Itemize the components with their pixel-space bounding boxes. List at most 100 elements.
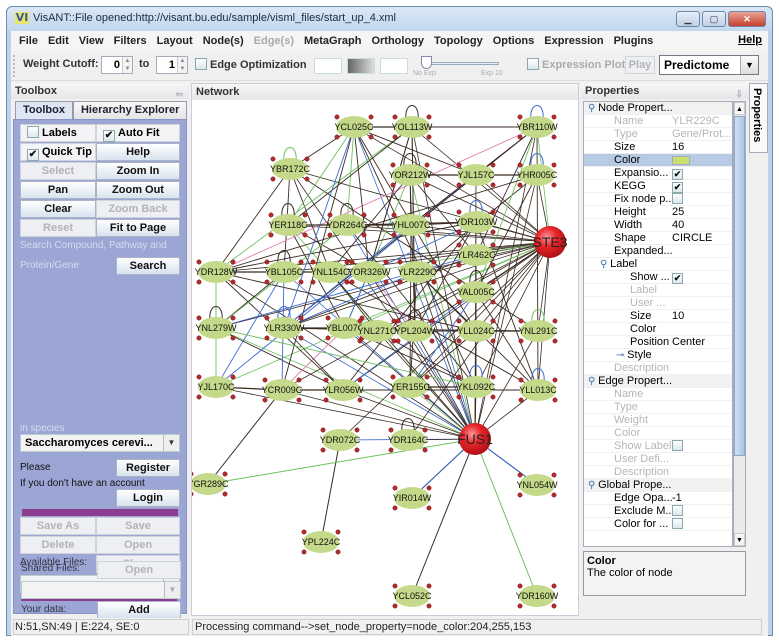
selection-handle[interactable] [518, 318, 524, 324]
expression-slider-track[interactable] [429, 62, 499, 65]
selection-handle[interactable] [517, 603, 523, 609]
selection-handle[interactable] [397, 279, 403, 285]
chevron-down-icon[interactable]: ▼ [163, 576, 179, 592]
network-node[interactable]: YOL113W [392, 114, 433, 140]
selection-handle[interactable] [552, 338, 558, 344]
property-row[interactable]: Color [584, 154, 732, 167]
selection-handle[interactable] [264, 259, 270, 265]
selection-handle[interactable] [392, 583, 398, 589]
property-row[interactable]: Show Label [584, 440, 732, 453]
network-node[interactable]: YCL052C [392, 583, 432, 609]
property-category[interactable]: ⚲ Global Prope... [584, 479, 732, 492]
property-row[interactable]: Weight [584, 414, 732, 427]
selection-handle[interactable] [490, 279, 496, 285]
selection-handle[interactable] [424, 374, 430, 380]
selection-handle[interactable] [426, 485, 432, 491]
network-node[interactable]: YNL279W [195, 315, 237, 341]
selection-handle[interactable] [357, 397, 363, 403]
quick-tip-checkbox[interactable]: ✔ Quick Tip [20, 143, 96, 161]
selection-handle[interactable] [335, 529, 341, 535]
selection-handle[interactable] [268, 212, 274, 218]
menu-view[interactable]: View [74, 35, 109, 47]
selection-handle[interactable] [490, 262, 496, 268]
zoom-out-button[interactable]: Zoom Out [96, 181, 180, 199]
selection-handle[interactable] [222, 471, 228, 477]
menu-layout[interactable]: Layout [152, 35, 198, 47]
property-row[interactable]: User Defi... [584, 453, 732, 466]
selection-handle[interactable] [357, 377, 363, 383]
property-row[interactable]: Type Gene/Prot... [584, 128, 732, 141]
selection-handle[interactable] [391, 318, 397, 324]
menu-metagraph[interactable]: MetaGraph [299, 35, 366, 47]
selection-handle[interactable] [490, 299, 496, 305]
selection-handle[interactable] [310, 279, 316, 285]
menu-options[interactable]: Options [488, 35, 540, 47]
network-node[interactable]: YLL024C [456, 318, 496, 344]
selection-handle[interactable] [390, 394, 396, 400]
selection-handle[interactable] [270, 176, 276, 182]
selection-handle[interactable] [397, 259, 403, 265]
available-files-select[interactable]: ▼ [20, 575, 180, 593]
selection-handle[interactable] [354, 447, 360, 453]
selection-handle[interactable] [551, 603, 557, 609]
property-row[interactable]: User ... [584, 297, 732, 310]
expand-key-icon[interactable]: ⚲ [600, 259, 610, 270]
selection-handle[interactable] [390, 374, 396, 380]
checkbox-icon[interactable] [672, 505, 683, 516]
selection-handle[interactable] [551, 182, 557, 188]
selection-handle[interactable] [304, 176, 310, 182]
property-row[interactable]: Expansio... ✔ [584, 167, 732, 180]
weight-to-spinner[interactable]: 1 ▲ ▼ [156, 56, 188, 74]
network-node[interactable]: YGR289C [192, 471, 229, 497]
expand-key-icon[interactable]: ⚲ [588, 480, 598, 491]
property-row[interactable]: Description [584, 362, 732, 375]
selection-handle[interactable] [456, 394, 462, 400]
selection-handle[interactable] [320, 447, 326, 453]
selection-handle[interactable] [327, 232, 333, 238]
selection-handle[interactable] [517, 472, 523, 478]
selection-handle[interactable] [323, 397, 329, 403]
menu-orthology[interactable]: Orthology [366, 35, 429, 47]
properties-scrollbar[interactable]: ▲ ▼ [733, 101, 746, 547]
selection-handle[interactable] [196, 279, 202, 285]
checkbox-icon[interactable] [672, 193, 683, 204]
selection-handle[interactable] [426, 134, 432, 140]
color-swatch[interactable] [672, 156, 690, 165]
selection-handle[interactable] [304, 156, 310, 162]
selection-handle[interactable] [344, 259, 350, 265]
selection-handle[interactable] [456, 242, 462, 248]
select-button[interactable]: Select [20, 162, 96, 180]
selection-handle[interactable] [270, 156, 276, 162]
selection-handle[interactable] [517, 492, 523, 498]
selection-handle[interactable] [456, 318, 462, 324]
selection-handle[interactable] [518, 377, 524, 383]
selection-handle[interactable] [490, 229, 496, 235]
close-button[interactable]: ✕ [728, 11, 766, 27]
selection-handle[interactable] [302, 212, 308, 218]
login-button[interactable]: Login [116, 489, 180, 507]
property-value[interactable]: 16 [672, 141, 684, 154]
selection-handle[interactable] [262, 397, 268, 403]
property-row[interactable]: Width 40 [584, 219, 732, 232]
menu-file[interactable]: File [14, 35, 43, 47]
selection-handle[interactable] [354, 427, 360, 433]
property-row[interactable]: Height 25 [584, 206, 732, 219]
selection-handle[interactable] [310, 259, 316, 265]
labels-checkbox[interactable]: Labels [20, 124, 96, 142]
selection-handle[interactable] [196, 335, 202, 341]
selection-handle[interactable] [301, 549, 307, 555]
fit-to-page-button[interactable]: Fit to Page [96, 219, 180, 237]
selection-handle[interactable] [230, 315, 236, 321]
selection-handle[interactable] [327, 212, 333, 218]
menu-filters[interactable]: Filters [109, 35, 152, 47]
property-row[interactable]: Size 16 [584, 141, 732, 154]
network-node[interactable]: YBR110W [516, 114, 558, 140]
property-value[interactable]: -1 [672, 492, 682, 505]
selection-handle[interactable] [392, 485, 398, 491]
property-category[interactable]: ⚲ Node Propert... [584, 102, 732, 115]
selection-handle[interactable] [230, 394, 236, 400]
property-value[interactable]: YLR229C [672, 115, 720, 128]
property-row[interactable]: ⊸ Style [584, 349, 732, 362]
selection-handle[interactable] [192, 471, 194, 477]
expression-max-color[interactable] [380, 58, 408, 74]
